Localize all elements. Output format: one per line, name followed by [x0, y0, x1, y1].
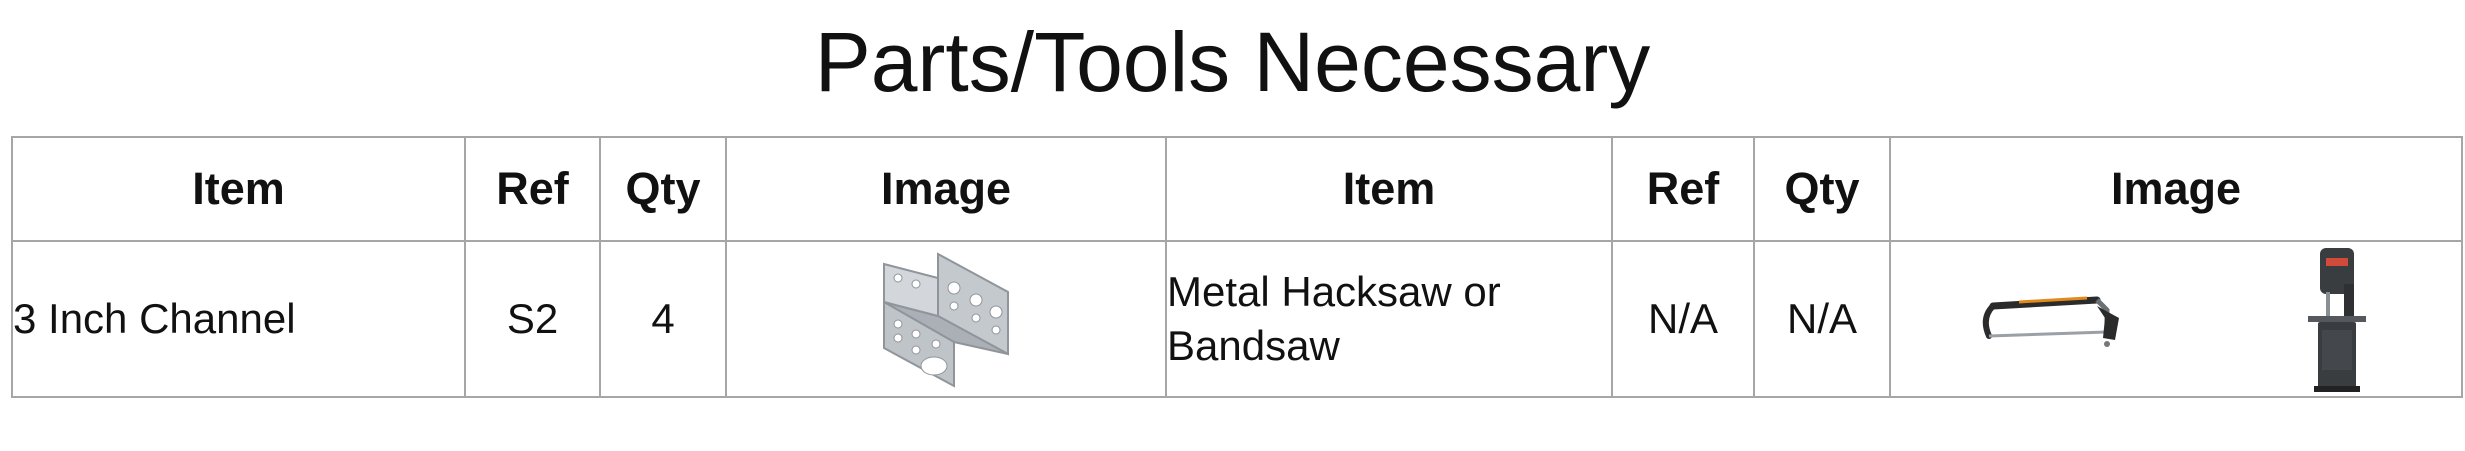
header-tool-ref: Ref — [1611, 136, 1755, 242]
bandsaw-icon — [2307, 248, 2366, 392]
header-item: Item — [11, 136, 466, 242]
part-item-cell: 3 Inch Channel — [11, 240, 466, 398]
tool-images — [1891, 242, 2461, 396]
header-tool-item: Item — [1165, 136, 1613, 242]
aluminum-channel-icon — [883, 252, 1009, 388]
page-title: Parts/Tools Necessary — [814, 15, 1651, 109]
tool-image-cell — [1889, 240, 2463, 398]
header-tool-qty: Qty — [1753, 136, 1891, 242]
tool-ref-cell: N/A — [1611, 240, 1755, 398]
parts-tools-table: Item Ref Qty Image Item Ref Qty Image 3 … — [11, 136, 2463, 398]
header-ref: Ref — [464, 136, 601, 242]
table-header-row: Item Ref Qty Image Item Ref Qty Image — [11, 136, 2463, 242]
part-image-cell — [725, 240, 1167, 398]
table-row: 3 Inch Channel S2 4 Metal Hacksaw or Ban… — [11, 240, 2463, 398]
tool-item-cell: Metal Hacksaw or Bandsaw — [1165, 240, 1613, 398]
part-qty-cell: 4 — [599, 240, 727, 398]
hacksaw-icon — [1982, 296, 2119, 347]
tool-qty-cell: N/A — [1753, 240, 1891, 398]
header-qty: Qty — [599, 136, 727, 242]
header-image: Image — [725, 136, 1167, 242]
part-ref-cell: S2 — [464, 240, 601, 398]
header-tool-image: Image — [1889, 136, 2463, 242]
